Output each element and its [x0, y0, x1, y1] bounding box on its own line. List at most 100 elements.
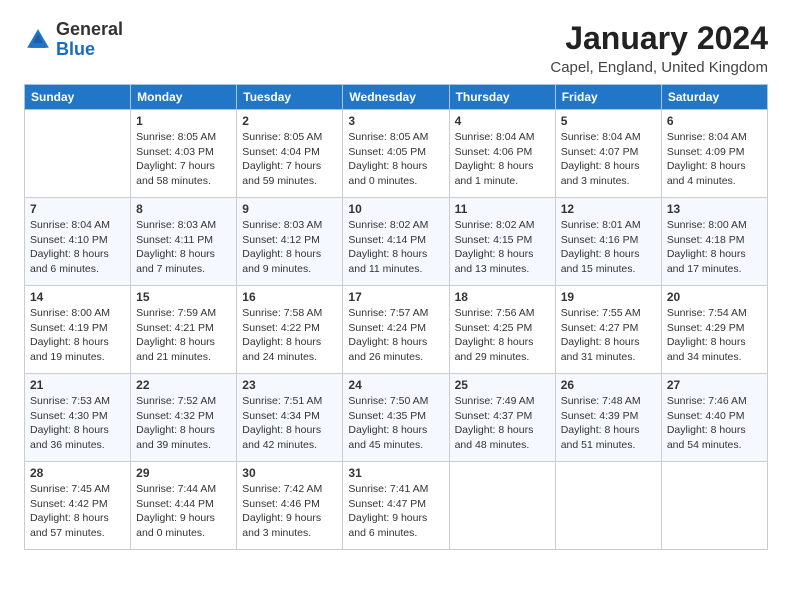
- day-info: Sunrise: 7:51 AMSunset: 4:34 PMDaylight:…: [242, 394, 337, 453]
- day-info: Sunrise: 8:05 AMSunset: 4:05 PMDaylight:…: [348, 130, 443, 189]
- day-number: 27: [667, 378, 762, 392]
- day-info: Sunrise: 8:04 AMSunset: 4:06 PMDaylight:…: [455, 130, 550, 189]
- day-number: 7: [30, 202, 125, 216]
- day-number: 24: [348, 378, 443, 392]
- day-number: 22: [136, 378, 231, 392]
- day-info: Sunrise: 8:02 AMSunset: 4:14 PMDaylight:…: [348, 218, 443, 277]
- calendar-cell-w5-d7: [661, 462, 767, 550]
- header-saturday: Saturday: [661, 85, 767, 110]
- calendar-cell-w5-d1: 28 Sunrise: 7:45 AMSunset: 4:42 PMDayligh…: [25, 462, 131, 550]
- day-info: Sunrise: 8:00 AMSunset: 4:18 PMDaylight:…: [667, 218, 762, 277]
- day-number: 29: [136, 466, 231, 480]
- calendar-cell-w1-d7: 6Sunrise: 8:04 AMSunset: 4:09 PMDaylight…: [661, 110, 767, 198]
- calendar-cell-w4-d4: 24 Sunrise: 7:50 AMSunset: 4:35 PMDayligh…: [343, 374, 449, 462]
- day-number: 31: [348, 466, 443, 480]
- header-friday: Friday: [555, 85, 661, 110]
- calendar-cell-w2-d6: 12 Sunrise: 8:01 AMSunset: 4:16 PMDayligh…: [555, 198, 661, 286]
- day-number: 8: [136, 202, 231, 216]
- week-row-1: 1 Sunrise: 8:05 AMSunset: 4:03 PMDaylight…: [25, 110, 768, 198]
- day-number: 16: [242, 290, 337, 304]
- day-number: 21: [30, 378, 125, 392]
- calendar-cell-w2-d3: 9Sunrise: 8:03 AMSunset: 4:12 PMDaylight…: [237, 198, 343, 286]
- day-number: 23: [242, 378, 337, 392]
- calendar-cell-w3-d5: 18 Sunrise: 7:56 AMSunset: 4:25 PMDayligh…: [449, 286, 555, 374]
- day-number: 13: [667, 202, 762, 216]
- day-info: Sunrise: 7:57 AMSunset: 4:24 PMDaylight:…: [348, 306, 443, 365]
- calendar-cell-w1-d4: 3 Sunrise: 8:05 AMSunset: 4:05 PMDaylight…: [343, 110, 449, 198]
- day-number: 3: [348, 114, 443, 128]
- day-number: 10: [348, 202, 443, 216]
- logo-icon: [24, 26, 52, 54]
- calendar-cell-w3-d4: 17 Sunrise: 7:57 AMSunset: 4:24 PMDayligh…: [343, 286, 449, 374]
- calendar-cell-w4-d1: 21 Sunrise: 7:53 AMSunset: 4:30 PMDayligh…: [25, 374, 131, 462]
- day-number: 4: [455, 114, 550, 128]
- day-info: Sunrise: 7:54 AMSunset: 4:29 PMDaylight:…: [667, 306, 762, 365]
- calendar-cell-w2-d5: 11 Sunrise: 8:02 AMSunset: 4:15 PMDayligh…: [449, 198, 555, 286]
- day-number: 2: [242, 114, 337, 128]
- day-info: Sunrise: 7:56 AMSunset: 4:25 PMDaylight:…: [455, 306, 550, 365]
- calendar-cell-w5-d3: 30 Sunrise: 7:42 AMSunset: 4:46 PMDayligh…: [237, 462, 343, 550]
- calendar-cell-w2-d2: 8 Sunrise: 8:03 AMSunset: 4:11 PMDaylight…: [131, 198, 237, 286]
- day-info: Sunrise: 7:50 AMSunset: 4:35 PMDaylight:…: [348, 394, 443, 453]
- day-number: 18: [455, 290, 550, 304]
- day-number: 6: [667, 114, 762, 128]
- week-row-4: 21 Sunrise: 7:53 AMSunset: 4:30 PMDayligh…: [25, 374, 768, 462]
- header-wednesday: Wednesday: [343, 85, 449, 110]
- week-row-5: 28 Sunrise: 7:45 AMSunset: 4:42 PMDayligh…: [25, 462, 768, 550]
- day-number: 11: [455, 202, 550, 216]
- header-monday: Monday: [131, 85, 237, 110]
- day-info: Sunrise: 8:03 AMSunset: 4:11 PMDaylight:…: [136, 218, 231, 277]
- day-number: 28: [30, 466, 125, 480]
- calendar-cell-w2-d1: 7 Sunrise: 8:04 AMSunset: 4:10 PMDaylight…: [25, 198, 131, 286]
- page-header: General Blue January 2024 Capel, England…: [24, 20, 768, 76]
- day-number: 30: [242, 466, 337, 480]
- day-info: Sunrise: 7:45 AMSunset: 4:42 PMDaylight:…: [30, 482, 125, 541]
- day-number: 17: [348, 290, 443, 304]
- calendar-cell-w3-d3: 16 Sunrise: 7:58 AMSunset: 4:22 PMDayligh…: [237, 286, 343, 374]
- day-number: 12: [561, 202, 656, 216]
- day-info: Sunrise: 7:55 AMSunset: 4:27 PMDaylight:…: [561, 306, 656, 365]
- day-info: Sunrise: 7:49 AMSunset: 4:37 PMDaylight:…: [455, 394, 550, 453]
- day-number: 25: [455, 378, 550, 392]
- day-info: Sunrise: 8:01 AMSunset: 4:16 PMDaylight:…: [561, 218, 656, 277]
- day-number: 1: [136, 114, 231, 128]
- day-info: Sunrise: 7:42 AMSunset: 4:46 PMDaylight:…: [242, 482, 337, 541]
- header-tuesday: Tuesday: [237, 85, 343, 110]
- week-row-3: 14 Sunrise: 8:00 AMSunset: 4:19 PMDayligh…: [25, 286, 768, 374]
- calendar-cell-w4-d6: 26Sunrise: 7:48 AMSunset: 4:39 PMDayligh…: [555, 374, 661, 462]
- logo-general-text: General: [56, 19, 123, 39]
- calendar-cell-w3-d7: 20 Sunrise: 7:54 AMSunset: 4:29 PMDayligh…: [661, 286, 767, 374]
- calendar-cell-w1-d5: 4 Sunrise: 8:04 AMSunset: 4:06 PMDaylight…: [449, 110, 555, 198]
- calendar-cell-w4-d7: 27Sunrise: 7:46 AMSunset: 4:40 PMDayligh…: [661, 374, 767, 462]
- week-row-2: 7 Sunrise: 8:04 AMSunset: 4:10 PMDaylight…: [25, 198, 768, 286]
- day-number: 14: [30, 290, 125, 304]
- day-info: Sunrise: 8:05 AMSunset: 4:03 PMDaylight:…: [136, 130, 231, 189]
- header-thursday: Thursday: [449, 85, 555, 110]
- calendar-cell-w1-d3: 2 Sunrise: 8:05 AMSunset: 4:04 PMDaylight…: [237, 110, 343, 198]
- day-number: 26: [561, 378, 656, 392]
- day-number: 20: [667, 290, 762, 304]
- day-info: Sunrise: 7:53 AMSunset: 4:30 PMDaylight:…: [30, 394, 125, 453]
- calendar-header-row: Sunday Monday Tuesday Wednesday Thursday…: [25, 85, 768, 110]
- header-sunday: Sunday: [25, 85, 131, 110]
- day-info: Sunrise: 7:52 AMSunset: 4:32 PMDaylight:…: [136, 394, 231, 453]
- calendar-cell-w3-d2: 15Sunrise: 7:59 AMSunset: 4:21 PMDayligh…: [131, 286, 237, 374]
- calendar-table: Sunday Monday Tuesday Wednesday Thursday…: [24, 84, 768, 550]
- calendar-cell-w2-d7: 13 Sunrise: 8:00 AMSunset: 4:18 PMDayligh…: [661, 198, 767, 286]
- location-text: Capel, England, United Kingdom: [550, 59, 768, 76]
- calendar-cell-w3-d6: 19Sunrise: 7:55 AMSunset: 4:27 PMDayligh…: [555, 286, 661, 374]
- day-info: Sunrise: 8:00 AMSunset: 4:19 PMDaylight:…: [30, 306, 125, 365]
- day-info: Sunrise: 8:05 AMSunset: 4:04 PMDaylight:…: [242, 130, 337, 189]
- day-number: 5: [561, 114, 656, 128]
- day-info: Sunrise: 8:04 AMSunset: 4:10 PMDaylight:…: [30, 218, 125, 277]
- calendar-cell-w5-d5: [449, 462, 555, 550]
- calendar-cell-w1-d6: 5Sunrise: 8:04 AMSunset: 4:07 PMDaylight…: [555, 110, 661, 198]
- calendar-cell-w4-d2: 22 Sunrise: 7:52 AMSunset: 4:32 PMDayligh…: [131, 374, 237, 462]
- day-info: Sunrise: 8:03 AMSunset: 4:12 PMDaylight:…: [242, 218, 337, 277]
- day-info: Sunrise: 7:58 AMSunset: 4:22 PMDaylight:…: [242, 306, 337, 365]
- calendar-cell-w3-d1: 14 Sunrise: 8:00 AMSunset: 4:19 PMDayligh…: [25, 286, 131, 374]
- calendar-cell-w4-d3: 23 Sunrise: 7:51 AMSunset: 4:34 PMDayligh…: [237, 374, 343, 462]
- calendar-cell-w1-d2: 1 Sunrise: 8:05 AMSunset: 4:03 PMDaylight…: [131, 110, 237, 198]
- calendar-cell-w1-d1: [25, 110, 131, 198]
- day-info: Sunrise: 8:02 AMSunset: 4:15 PMDaylight:…: [455, 218, 550, 277]
